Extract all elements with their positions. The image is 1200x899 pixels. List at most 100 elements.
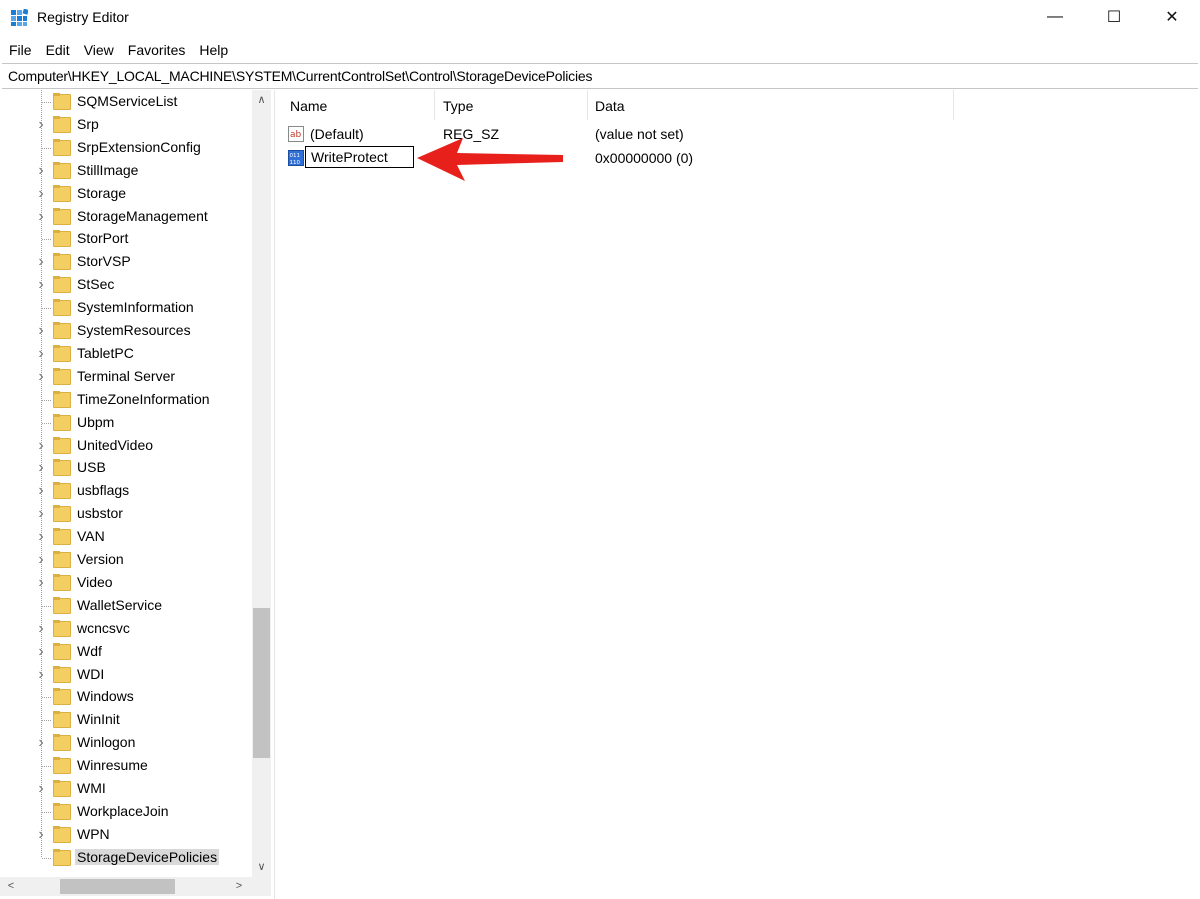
- tree-item[interactable]: StorageDevicePolicies: [0, 847, 252, 869]
- column-divider[interactable]: [587, 90, 588, 120]
- tree-item[interactable]: › USB: [0, 457, 252, 479]
- expand-chevron-icon[interactable]: ›: [33, 369, 49, 385]
- expand-chevron-icon[interactable]: ›: [33, 781, 49, 797]
- expand-chevron-icon[interactable]: ›: [33, 644, 49, 660]
- string-value-icon: ab: [288, 126, 304, 142]
- menu-file[interactable]: File: [9, 42, 32, 58]
- folder-icon: [53, 711, 71, 728]
- folder-icon: [53, 322, 71, 339]
- expand-chevron-icon[interactable]: ›: [33, 827, 49, 843]
- tree-item-label: TabletPC: [77, 345, 134, 361]
- expand-chevron-icon[interactable]: ›: [33, 209, 49, 225]
- tree-item[interactable]: WorkplaceJoin: [0, 801, 252, 823]
- tree-item-label: SystemInformation: [77, 299, 194, 315]
- tree-item[interactable]: › UnitedVideo: [0, 435, 252, 457]
- tree-item[interactable]: › usbstor: [0, 503, 252, 525]
- expand-chevron-icon[interactable]: ›: [33, 735, 49, 751]
- menu-edit[interactable]: Edit: [46, 42, 70, 58]
- tree-item[interactable]: SrpExtensionConfig: [0, 137, 252, 159]
- tree-item[interactable]: › WMI: [0, 778, 252, 800]
- column-divider[interactable]: [434, 90, 435, 120]
- maximize-button[interactable]: ☐: [1085, 0, 1143, 34]
- tree-item[interactable]: › usbflags: [0, 480, 252, 502]
- tree-item[interactable]: WalletService: [0, 595, 252, 617]
- scroll-left-icon[interactable]: <: [2, 877, 20, 896]
- expand-chevron-icon[interactable]: ›: [33, 254, 49, 270]
- close-button[interactable]: ✕: [1143, 0, 1200, 34]
- tree-item[interactable]: › Version: [0, 549, 252, 571]
- menu-view[interactable]: View: [84, 42, 114, 58]
- tree-item[interactable]: › Wdf: [0, 641, 252, 663]
- folder-icon: [53, 482, 71, 499]
- tree-item[interactable]: › StorageManagement: [0, 206, 252, 228]
- tree-vertical-scrollbar[interactable]: ∧ ∨: [252, 90, 271, 877]
- tree-item[interactable]: › Storage: [0, 183, 252, 205]
- column-header-name[interactable]: Name: [290, 90, 327, 120]
- tree-item[interactable]: TimeZoneInformation: [0, 389, 252, 411]
- expand-chevron-icon[interactable]: ›: [33, 346, 49, 362]
- rename-value-input[interactable]: [305, 146, 414, 168]
- tree-item[interactable]: › Video: [0, 572, 252, 594]
- scroll-up-icon[interactable]: ∧: [252, 90, 271, 110]
- tree-item[interactable]: WinInit: [0, 709, 252, 731]
- column-header-data[interactable]: Data: [595, 90, 625, 120]
- expand-chevron-icon[interactable]: ›: [33, 506, 49, 522]
- tree-item[interactable]: SystemInformation: [0, 297, 252, 319]
- tree-item[interactable]: Windows: [0, 686, 252, 708]
- registry-editor-icon: [11, 9, 28, 26]
- tree-item[interactable]: › VAN: [0, 526, 252, 548]
- expand-chevron-icon[interactable]: ›: [33, 163, 49, 179]
- address-bar[interactable]: Computer\HKEY_LOCAL_MACHINE\SYSTEM\Curre…: [2, 63, 1198, 89]
- scroll-down-icon[interactable]: ∨: [252, 857, 271, 877]
- tree-item-label: TimeZoneInformation: [77, 391, 210, 407]
- tree-item[interactable]: › Winlogon: [0, 732, 252, 754]
- tree-item[interactable]: › SystemResources: [0, 320, 252, 342]
- menu-favorites[interactable]: Favorites: [128, 42, 186, 58]
- expand-chevron-icon[interactable]: ›: [33, 460, 49, 476]
- tree-item-label: StorPort: [77, 230, 129, 246]
- expand-chevron-icon[interactable]: ›: [33, 483, 49, 499]
- expand-chevron-icon[interactable]: ›: [33, 552, 49, 568]
- expand-chevron-icon[interactable]: ›: [33, 667, 49, 683]
- expand-chevron-icon[interactable]: ›: [33, 277, 49, 293]
- minimize-button[interactable]: —: [1026, 0, 1084, 34]
- expand-chevron-icon[interactable]: ›: [33, 186, 49, 202]
- tree-item[interactable]: › StillImage: [0, 160, 252, 182]
- scroll-right-icon[interactable]: >: [230, 877, 248, 896]
- tree-item-label: SrpExtensionConfig: [77, 139, 201, 155]
- expand-chevron-icon[interactable]: ›: [33, 529, 49, 545]
- tree-item[interactable]: StorPort: [0, 228, 252, 250]
- expand-chevron-icon[interactable]: ›: [33, 575, 49, 591]
- expand-chevron-icon[interactable]: ›: [33, 117, 49, 133]
- column-header-type[interactable]: Type: [443, 90, 473, 120]
- tree-item[interactable]: › StorVSP: [0, 251, 252, 273]
- tree-item[interactable]: › WPN: [0, 824, 252, 846]
- tree-connector: [42, 308, 52, 309]
- folder-icon: [53, 757, 71, 774]
- tree-item[interactable]: › TabletPC: [0, 343, 252, 365]
- tree-horizontal-scrollbar[interactable]: < >: [0, 877, 271, 896]
- scrollbar-thumb[interactable]: [60, 879, 175, 894]
- tree-item[interactable]: Ubpm: [0, 412, 252, 434]
- expand-chevron-icon[interactable]: ›: [33, 621, 49, 637]
- tree-item[interactable]: › Srp: [0, 114, 252, 136]
- folder-icon: [53, 459, 71, 476]
- folder-icon: [53, 208, 71, 225]
- column-divider[interactable]: [953, 90, 954, 120]
- tree-item-label: usbflags: [77, 482, 130, 498]
- tree-item[interactable]: › Terminal Server: [0, 366, 252, 388]
- tree-item-label: StorageDevicePolicies: [75, 849, 220, 865]
- tree-item[interactable]: › wcncsvc: [0, 618, 252, 640]
- tree-item[interactable]: › StSec: [0, 274, 252, 296]
- expand-chevron-icon[interactable]: ›: [33, 323, 49, 339]
- expand-chevron-icon[interactable]: ›: [33, 438, 49, 454]
- menu-help[interactable]: Help: [199, 42, 228, 58]
- tree-item[interactable]: › WDI: [0, 664, 252, 686]
- scrollbar-thumb[interactable]: [253, 608, 270, 758]
- tree-item[interactable]: Winresume: [0, 755, 252, 777]
- folder-icon: [53, 826, 71, 843]
- tree-item[interactable]: SQMServiceList: [0, 91, 252, 113]
- folder-icon: [53, 299, 71, 316]
- folder-icon: [53, 643, 71, 660]
- folder-icon: [53, 162, 71, 179]
